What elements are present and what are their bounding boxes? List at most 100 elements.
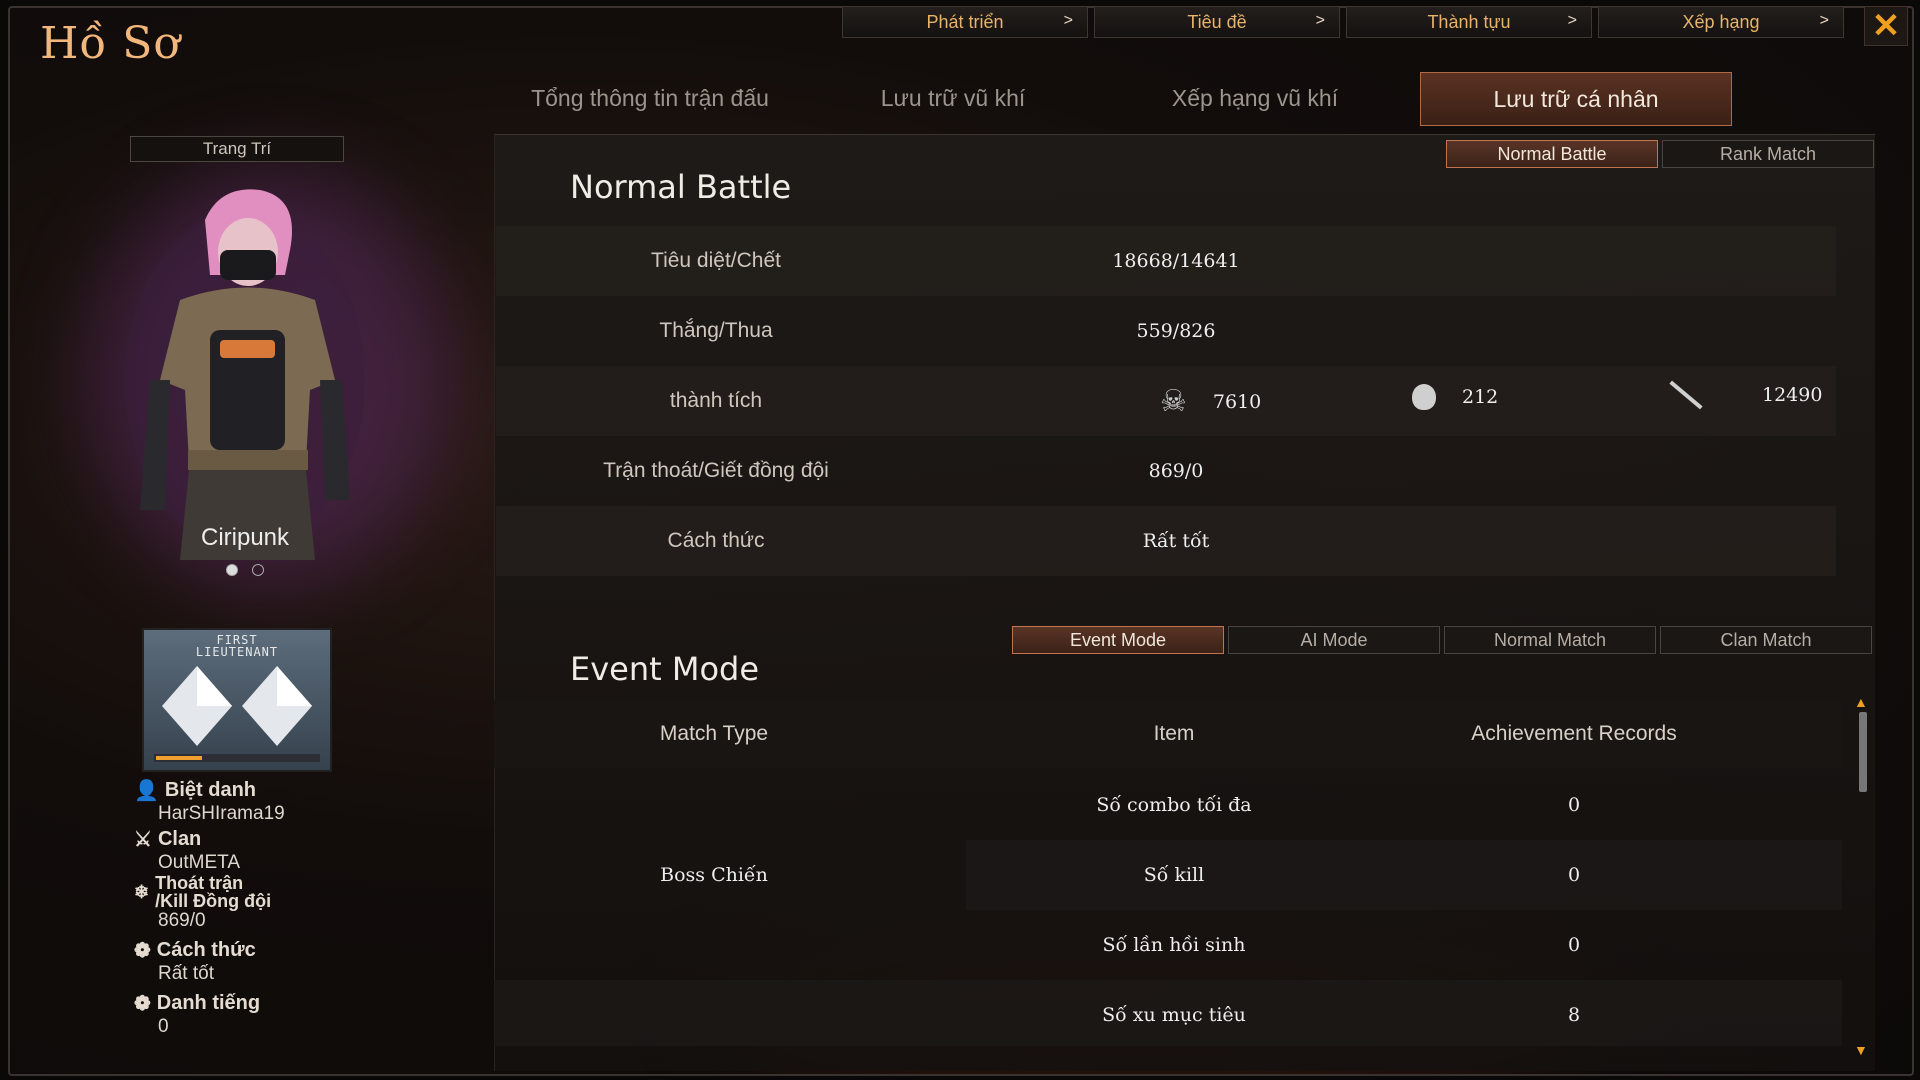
manner-icon: ❁ [134,940,151,962]
table-row: Số xu mục tiêu 8 [494,980,1842,1046]
nav-title-button[interactable]: Tiêu đề > [1094,6,1340,38]
pager-dot-active[interactable] [226,564,238,576]
battle-mode-toggle: Normal Battle Rank Match [1446,140,1874,168]
clan-value: OutMETA [158,852,240,873]
kd-label: Tiêu diệt/Chết [651,249,781,272]
event-mode-button[interactable]: Event Mode [1012,626,1224,654]
clan-icon: ⚔ [134,829,152,851]
value-cell: 0 [1567,864,1581,886]
rank-match-button[interactable]: Rank Match [1662,140,1874,168]
profile-info: 👤 Biệt danh HarSHIrama19 ⚔ Clan OutMETA ❄ T… [134,778,384,1038]
label-text: Biệt danh [164,779,257,801]
close-button[interactable]: ✕ [1864,6,1908,46]
pager-dot[interactable] [252,564,264,576]
value-cell: 0 [1567,934,1581,956]
stat-row-escape: Trận thoát/Giết đồng đội 869/0 [496,436,1836,506]
tab-weapon-ranking[interactable]: Xếp hạng vũ khí [1096,72,1414,124]
character-pager[interactable] [226,564,264,576]
reputation-label: ❁ Danh tiếng [134,991,384,1016]
nav-label: Xếp hạng [1682,11,1760,32]
escape-value: 869/0 [158,910,206,931]
nickname-label: 👤 Biệt danh [134,778,384,803]
tab-personal-storage[interactable]: Lưu trữ cá nhân [1420,72,1732,126]
value-cell: 0 [1567,794,1581,816]
chevron-right-icon: > [1819,12,1829,29]
scroll-down-icon[interactable]: ▼ [1854,1042,1868,1058]
nav-label: Phát triển [926,11,1004,32]
scroll-thumb[interactable] [1859,712,1867,792]
table-row: Số kill 0 [966,840,1842,910]
escape-label: Trận thoát/Giết đồng đội [603,459,829,482]
tab-weapon-storage[interactable]: Lưu trữ vũ khí [810,72,1096,124]
escape-value: 869/0 [1148,460,1204,482]
clan-match-button[interactable]: Clan Match [1660,626,1872,654]
decoration-button[interactable]: Trang Trí [130,136,344,162]
nav-label: Thành tựu [1427,11,1511,32]
achievement-label: thành tích [669,389,763,412]
nav-achievements-button[interactable]: Thành tựu > [1346,6,1592,38]
item-cell: Số lần hồi sinh [1102,934,1246,956]
column-item: Item [1153,722,1195,745]
normal-match-button[interactable]: Normal Match [1444,626,1656,654]
user-icon: 👤 [134,780,159,802]
label-text: Cách thức [156,939,256,961]
grenade-icon [1412,384,1436,410]
column-achievement-records: Achievement Records [1471,722,1677,745]
tab-match-summary[interactable]: Tổng thông tin trận đấu [490,72,810,124]
table-scrollbar[interactable]: ▲ ▼ [1854,694,1870,1058]
manner-value: Rất tốt [158,963,214,984]
ai-mode-button[interactable]: AI Mode [1228,626,1440,654]
close-icon: ✕ [1871,7,1901,45]
event-mode-toggle: Event Mode AI Mode Normal Match Clan Mat… [1012,626,1872,654]
top-nav: Phát triển > Tiêu đề > Thành tựu > Xếp hạng… [842,6,1844,38]
stat-row-kd: Tiêu diệt/Chết 18668/14641 [496,226,1836,296]
stat-row-wl: Thắng/Thua 559/826 [496,296,1836,366]
label-text: Thoát trận /Kill Đồng đội [155,873,272,911]
runner-icon: ❄ [134,882,150,902]
headshot-value: 7610 [1212,390,1262,413]
column-match-type: Match Type [659,722,769,745]
nav-ranking-button[interactable]: Xếp hạng > [1598,6,1844,38]
item-cell: Số kill [1143,864,1205,886]
character-avatar [110,180,380,560]
grenade-stat: 212 [1412,384,1498,410]
stat-row-manner: Cách thức Rất tốt [496,506,1836,576]
kd-value: 18668/14641 [1112,250,1240,272]
normal-battle-button[interactable]: Normal Battle [1446,140,1658,168]
nav-development-button[interactable]: Phát triển > [842,6,1088,38]
label-text: Danh tiếng [156,992,261,1014]
table-row: Số lần hồi sinh 0 [494,910,1842,980]
chevron-right-icon: > [1567,12,1577,29]
scroll-up-icon[interactable]: ▲ [1854,694,1868,710]
grenade-value: 212 [1462,386,1499,408]
event-mode-heading: Event Mode [570,650,760,688]
chevron-right-icon: > [1315,12,1325,29]
character-name: Ciripunk [200,524,290,551]
knife-value: 12490 [1762,384,1823,406]
chevron-right-icon: > [1063,12,1073,29]
wl-label: Thắng/Thua [659,319,773,342]
manner-label: Cách thức [667,529,765,552]
manner-label: ❁ Cách thức [134,938,384,963]
knife-stat: 12490 [1666,380,1823,410]
normal-battle-heading: Normal Battle [570,168,792,206]
nickname-value: HarSHIrama19 [158,803,285,824]
item-cell: Số combo tối đa [1096,794,1252,816]
wl-value: 559/826 [1136,320,1216,342]
rank-badge: FIRST LIEUTENANT [142,628,332,772]
item-cell: Số xu mục tiêu [1102,1004,1246,1026]
skull-icon: ☠ [1160,384,1187,419]
main-tabs: Tổng thông tin trận đấu Lưu trữ vũ khí X… [490,72,1732,126]
reputation-value: 0 [158,1016,169,1037]
knife-icon [1669,380,1703,410]
manner-value: Rất tốt [1142,530,1210,552]
clan-label: ⚔ Clan [134,827,384,852]
page-title: Hồ Sơ [40,18,181,69]
headshot-stat: ☠ 7610 [1160,384,1261,419]
escape-label: ❄ Thoát trận /Kill Đồng đội [134,874,384,910]
table-row: Số combo tối đa 0 [494,770,1842,840]
label-text: Clan [157,828,202,850]
nav-label: Tiêu đề [1187,11,1247,32]
event-table-header: Match Type Item Achievement Records [494,700,1842,768]
value-cell: 8 [1567,1004,1581,1026]
